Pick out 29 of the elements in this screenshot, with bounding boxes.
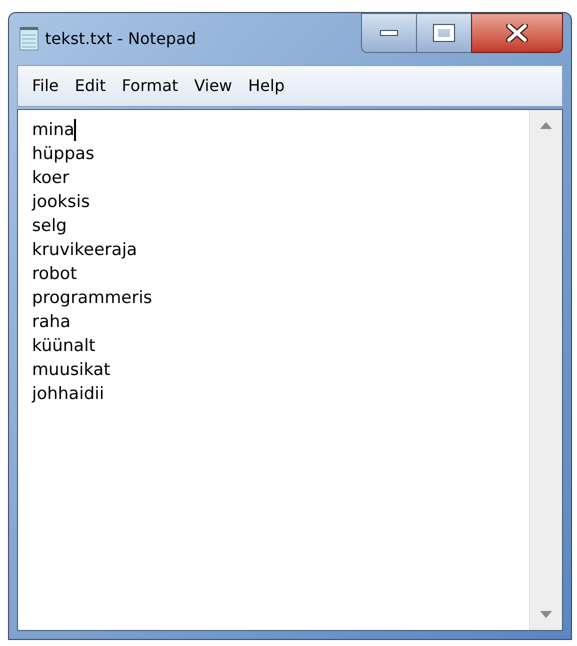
menu-item[interactable]: File xyxy=(26,74,65,98)
minimize-icon xyxy=(380,30,398,36)
close-button[interactable] xyxy=(471,13,563,53)
vertical-scrollbar[interactable] xyxy=(529,110,562,630)
text-line: programmeris xyxy=(32,287,152,310)
text-line: jooksis xyxy=(32,191,90,214)
window-title: tekst.txt - Notepad xyxy=(45,28,196,50)
menu-item[interactable]: View xyxy=(188,74,238,98)
text-area[interactable]: mina hüppas koer jooksis selg kruvikeeraja robot programmeris raha küünalt muusikat johhaidii xyxy=(17,109,563,631)
text-line: raha xyxy=(32,311,71,334)
text-line: robot xyxy=(32,263,77,286)
text-line: küünalt xyxy=(32,335,96,358)
scroll-up-icon[interactable] xyxy=(540,122,552,129)
text-line: kruvikeeraja xyxy=(32,239,138,262)
text-line: koer xyxy=(32,167,70,190)
maximize-icon xyxy=(434,25,454,41)
menu-item[interactable]: Format xyxy=(116,74,184,98)
maximize-button[interactable] xyxy=(417,13,471,53)
scroll-down-icon[interactable] xyxy=(540,611,552,618)
close-icon xyxy=(506,24,528,42)
menu-item[interactable]: Help xyxy=(242,74,291,98)
text-line: muusikat xyxy=(32,359,110,382)
text-line: hüppas xyxy=(32,143,94,166)
text-line: selg xyxy=(32,215,67,238)
text-line: mina xyxy=(32,119,74,142)
text-line: johhaidii xyxy=(32,383,104,406)
minimize-button[interactable] xyxy=(361,13,417,53)
menu-item[interactable]: Edit xyxy=(68,74,112,98)
notepad-icon xyxy=(19,27,39,51)
